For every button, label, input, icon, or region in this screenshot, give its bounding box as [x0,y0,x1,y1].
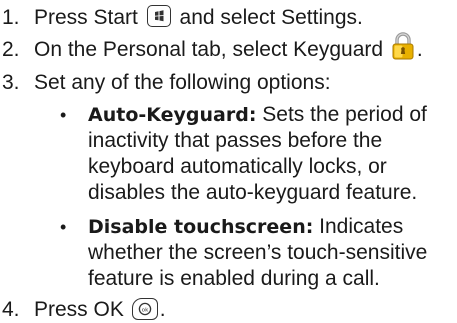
option-line: Disable touchscreen: Indicates [88,214,457,240]
step-number: 3. [2,71,20,95]
step-number: 2. [2,38,20,61]
step-text: Press Start [34,6,138,29]
step-number: 4. [2,298,20,322]
option-term: Disable touchscreen: [88,216,314,239]
bullet: • [60,105,67,126]
step-4: 4. Press OK ok . [0,296,457,323]
option-desc: Sets the period of [256,103,427,127]
option-line: whether the screen’s touch-sensitive [88,241,428,265]
option-line: Auto-Keyguard: Sets the period of [88,102,457,128]
step-text: Press OK [34,298,124,322]
step-text-end: . [159,298,166,322]
padlock-icon [391,32,415,60]
option-auto-keyguard: • Auto-Keyguard: Sets the period of inac… [0,102,457,206]
step-text: On the Personal tab, select Keyguard [34,38,384,61]
option-term: Auto-Keyguard: [88,104,257,127]
step-1: 1. Press Start and select Settings. [0,4,457,31]
bullet: • [60,217,67,238]
step-number: 1. [2,6,20,29]
option-line: inactivity that passes before the [88,129,383,153]
step-2: 2. On the Personal tab, select Keyguard … [0,32,457,64]
step-3: 3. Set any of the following options: [0,69,457,96]
step-text-end: . [416,38,423,61]
step-text-end: and select Settings. [173,6,363,29]
ok-key-icon: ok [131,297,158,320]
option-desc: Indicates [313,215,404,239]
instruction-list: 1. Press Start and select Settings. 2. O… [0,4,457,323]
svg-text:ok: ok [141,307,148,313]
option-line: disables the auto-keyguard feature. [88,181,418,205]
option-line: keyboard automatically locks, or [88,155,387,179]
step-text: Set any of the following options: [34,71,331,95]
option-disable-touchscreen: • Disable touchscreen: Indicates whether… [0,214,457,292]
option-line: feature is enabled during a call. [88,267,380,291]
windows-start-key-icon [146,5,171,28]
